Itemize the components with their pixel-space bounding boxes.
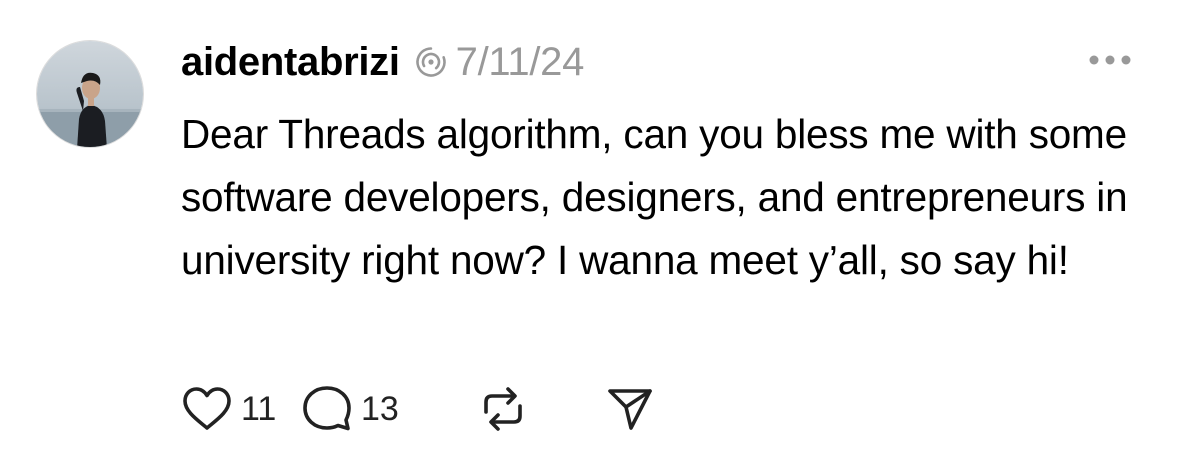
thread-post: aidentabrizi 7/11/24 Dear Threads algori… bbox=[0, 0, 1179, 473]
action-bar: 11 13 bbox=[181, 386, 656, 432]
more-options-button[interactable] bbox=[1085, 45, 1135, 75]
post-header: aidentabrizi 7/11/24 bbox=[181, 38, 584, 86]
reply-count: 13 bbox=[361, 389, 399, 428]
username[interactable]: aidentabrizi bbox=[181, 40, 400, 85]
avatar-photo bbox=[37, 41, 143, 147]
comment-bubble-icon bbox=[303, 386, 351, 431]
post-text: Dear Threads algorithm, can you bless me… bbox=[181, 111, 1128, 283]
repost-button[interactable] bbox=[478, 386, 606, 432]
threads-spiral-icon bbox=[414, 45, 448, 79]
heart-icon bbox=[183, 387, 231, 430]
reply-button[interactable]: 13 bbox=[301, 385, 478, 433]
like-count: 11 bbox=[241, 389, 277, 428]
send-icon bbox=[608, 389, 652, 430]
share-button[interactable] bbox=[606, 386, 656, 432]
more-horizontal-icon bbox=[1089, 55, 1131, 65]
like-button[interactable]: 11 bbox=[181, 386, 301, 432]
repost-icon bbox=[484, 387, 522, 431]
post-date: 7/11/24 bbox=[455, 39, 585, 84]
avatar[interactable] bbox=[36, 40, 144, 148]
